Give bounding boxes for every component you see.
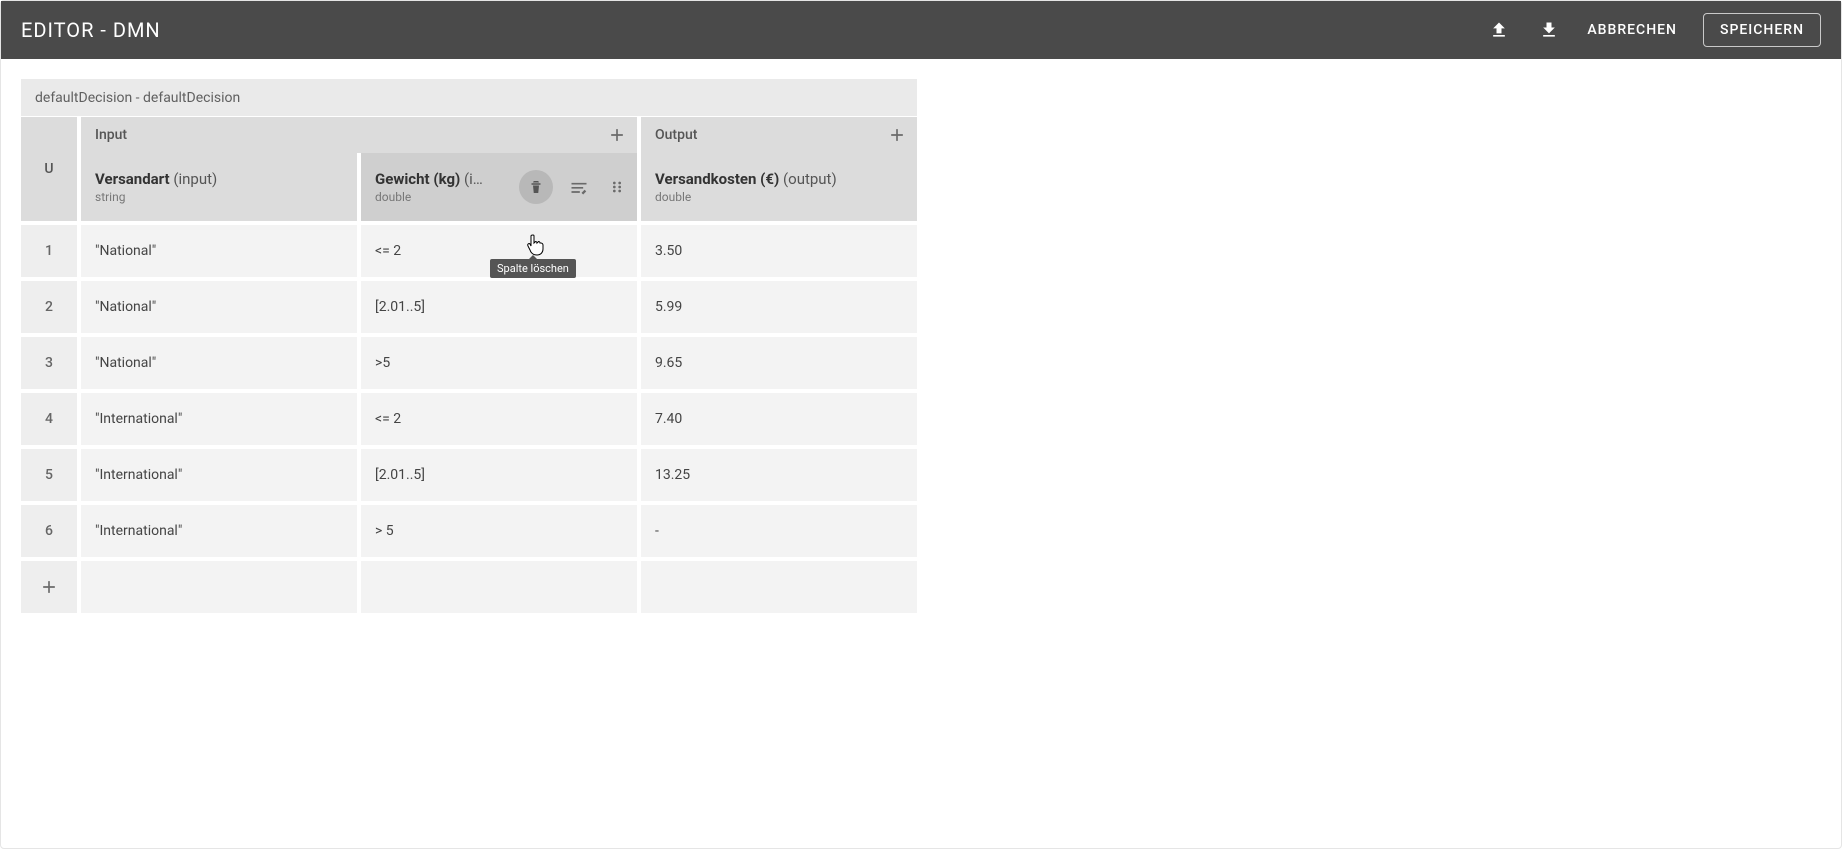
- empty-cell: [361, 561, 637, 613]
- cell-versandkosten[interactable]: 13.25: [641, 449, 917, 501]
- row-number[interactable]: 5: [21, 449, 77, 501]
- save-button[interactable]: SPEICHERN: [1703, 13, 1821, 47]
- table-row: 3"National">59.65: [21, 337, 917, 389]
- table-row: 1"National"<= 23.50: [21, 225, 917, 277]
- add-output-column-icon[interactable]: [887, 125, 907, 145]
- cell-gewicht[interactable]: [2.01..5]: [361, 281, 637, 333]
- column-headers-row: U Versandart (input) string Gewicht (kg)…: [21, 153, 917, 221]
- row-number[interactable]: 6: [21, 505, 77, 557]
- section-output: Output: [641, 117, 917, 153]
- cell-versandart[interactable]: "National": [81, 337, 357, 389]
- editor-title: EDITOR - DMN: [21, 18, 161, 42]
- cell-gewicht[interactable]: <= 2: [361, 393, 637, 445]
- upload-icon[interactable]: [1487, 18, 1511, 42]
- column-type: string: [95, 190, 217, 204]
- column-suffix: (input): [170, 170, 218, 188]
- section-headers-row: Input Output: [21, 117, 917, 153]
- cell-gewicht[interactable]: [2.01..5]: [361, 449, 637, 501]
- top-bar-actions: ABBRECHEN SPEICHERN: [1487, 13, 1821, 47]
- cell-versandart[interactable]: "International": [81, 505, 357, 557]
- column-name: Gewicht (kg): [375, 170, 460, 188]
- cancel-button[interactable]: ABBRECHEN: [1587, 22, 1677, 38]
- cell-versandkosten[interactable]: 3.50: [641, 225, 917, 277]
- download-icon[interactable]: [1537, 18, 1561, 42]
- column-suffix: (output): [779, 170, 836, 188]
- decision-breadcrumb[interactable]: defaultDecision - defaultDecision: [21, 79, 917, 117]
- cell-versandart[interactable]: "International": [81, 393, 357, 445]
- cell-versandkosten[interactable]: 7.40: [641, 393, 917, 445]
- table-row: 6"International"> 5-: [21, 505, 917, 557]
- cell-versandart[interactable]: "International": [81, 449, 357, 501]
- column-actions: [519, 170, 629, 204]
- section-output-label: Output: [655, 127, 697, 143]
- cell-versandart[interactable]: "National": [81, 225, 357, 277]
- empty-cell: [81, 561, 357, 613]
- workspace: defaultDecision - defaultDecision Input …: [1, 59, 1841, 633]
- decision-table: Input Output U Versand: [21, 117, 917, 613]
- cell-gewicht[interactable]: <= 2: [361, 225, 637, 277]
- cell-versandkosten[interactable]: 9.65: [641, 337, 917, 389]
- row-number[interactable]: 1: [21, 225, 77, 277]
- column-header-versandart[interactable]: Versandart (input) string: [81, 153, 357, 221]
- table-row: 5"International"[2.01..5]13.25: [21, 449, 917, 501]
- empty-cell: [641, 561, 917, 613]
- dmn-panel: defaultDecision - defaultDecision Input …: [21, 79, 917, 613]
- hit-policy-cell[interactable]: U: [21, 117, 77, 221]
- column-type: double: [375, 190, 483, 204]
- cell-versandkosten[interactable]: -: [641, 505, 917, 557]
- column-name: Versandkosten (€): [655, 170, 779, 188]
- column-suffix: (i…: [460, 170, 483, 188]
- cell-versandkosten[interactable]: 5.99: [641, 281, 917, 333]
- cell-versandart[interactable]: "National": [81, 281, 357, 333]
- section-input: Input: [81, 117, 637, 153]
- row-number[interactable]: 2: [21, 281, 77, 333]
- row-number[interactable]: 4: [21, 393, 77, 445]
- drag-column-icon[interactable]: [605, 175, 629, 199]
- column-type: double: [655, 190, 837, 204]
- table-row: 2"National"[2.01..5]5.99: [21, 281, 917, 333]
- cell-gewicht[interactable]: > 5: [361, 505, 637, 557]
- row-number[interactable]: 3: [21, 337, 77, 389]
- add-input-column-icon[interactable]: [607, 125, 627, 145]
- column-header-versandkosten[interactable]: Versandkosten (€) (output) double: [641, 153, 917, 221]
- column-name: Versandart: [95, 170, 170, 188]
- column-header-gewicht[interactable]: Gewicht (kg) (i… double: [361, 153, 637, 221]
- edit-column-icon[interactable]: [567, 175, 591, 199]
- add-row-button[interactable]: [21, 561, 77, 613]
- add-row: [21, 561, 917, 613]
- delete-column-icon[interactable]: [519, 170, 553, 204]
- top-bar: EDITOR - DMN ABBRECHEN SPEICHERN: [1, 1, 1841, 59]
- cell-gewicht[interactable]: >5: [361, 337, 637, 389]
- section-input-label: Input: [95, 127, 127, 143]
- table-row: 4"International"<= 27.40: [21, 393, 917, 445]
